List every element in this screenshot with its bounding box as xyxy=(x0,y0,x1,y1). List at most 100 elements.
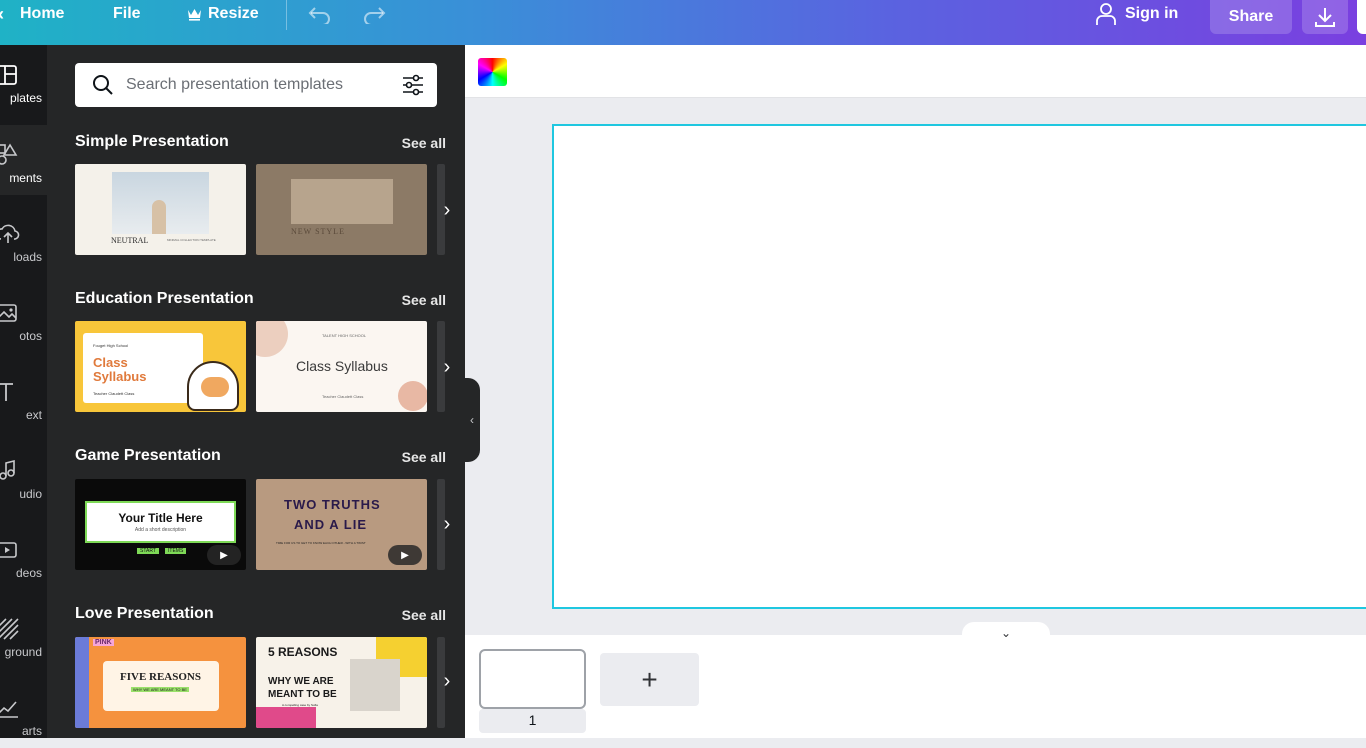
template-teacher: Teacher Claudett Class xyxy=(93,391,135,396)
page-thumbnail[interactable] xyxy=(479,649,586,709)
rail-item-uploads[interactable]: loads xyxy=(0,204,47,274)
templates-panel: Search presentation templates Simple Pre… xyxy=(47,45,465,738)
text-icon xyxy=(0,383,13,401)
template-text: FIVE REASONS xyxy=(120,671,201,683)
scroll-right-icon[interactable]: › xyxy=(437,661,457,701)
template-photo xyxy=(112,172,209,234)
filter-icon[interactable] xyxy=(401,73,425,97)
rail-label-text: ext xyxy=(25,408,42,422)
search-input[interactable]: Search presentation templates xyxy=(126,76,343,94)
play-icon[interactable]: ▶ xyxy=(388,545,422,565)
template-text: NEW STYLE xyxy=(291,227,345,236)
template-card xyxy=(103,661,219,711)
download-icon xyxy=(1315,8,1335,27)
rail-item-background[interactable]: ground xyxy=(0,599,47,669)
rail-item-photos[interactable]: otos xyxy=(0,283,47,353)
rail-label-audio: udio xyxy=(19,487,42,501)
section-title-love: Love Presentation xyxy=(75,605,214,622)
template-line2: WHY WE ARE xyxy=(268,676,334,687)
template-line1: Class xyxy=(93,355,128,370)
download-button[interactable] xyxy=(1302,0,1348,34)
rail-label-photos: otos xyxy=(19,329,42,343)
template-thumb[interactable]: NEUTRAL MINIMAL COLLECTION TEMPLATE xyxy=(75,164,246,255)
top-bar: ‹ Home File Resize Sign in Share xyxy=(0,0,1366,45)
template-thumb[interactable]: 5 REASONS WHY WE ARE MEANT TO BE A compe… xyxy=(256,637,427,728)
template-btn: START xyxy=(137,548,159,554)
template-school: TALENT HIGH SCHOOL xyxy=(322,333,367,338)
audio-icon xyxy=(0,459,15,480)
search-icon xyxy=(93,75,113,95)
rail-item-audio[interactable]: udio xyxy=(0,441,47,511)
template-thumb[interactable]: Your Title Here Add a short description … xyxy=(75,479,246,570)
rail-label-background: ground xyxy=(4,645,42,659)
design-page[interactable] xyxy=(552,124,1366,609)
back-chevron-icon[interactable]: ‹ xyxy=(0,0,4,28)
template-line2: Syllabus xyxy=(93,369,147,384)
undo-button[interactable] xyxy=(308,0,332,28)
see-all-education[interactable]: See all xyxy=(402,292,446,308)
search-box[interactable]: Search presentation templates xyxy=(75,63,437,107)
play-icon[interactable]: ▶ xyxy=(207,545,241,565)
template-text: NEUTRAL xyxy=(111,236,149,245)
resize-button[interactable]: Resize xyxy=(187,0,259,28)
crown-icon xyxy=(188,9,201,21)
chevron-down-icon: ⌄ xyxy=(1000,626,1012,640)
color-picker-button[interactable] xyxy=(478,58,507,86)
template-subtext: TIME FOR US TO GET TO KNOW EACH OTHER - … xyxy=(276,541,366,545)
template-teacher: Teacher Claudett Class xyxy=(322,394,364,399)
uploads-icon xyxy=(0,224,20,243)
template-thumb[interactable]: TWO TRUTHS AND A LIE TIME FOR US TO GET … xyxy=(256,479,427,570)
page-number: 1 xyxy=(528,712,537,728)
template-subtext: WHY WE ARE MEANT TO BE xyxy=(131,687,189,692)
template-school: Fouget High School xyxy=(93,343,129,348)
rail-item-elements[interactable]: ments xyxy=(0,125,47,195)
template-thumb[interactable]: TALENT HIGH SCHOOL Class Syllabus Teache… xyxy=(256,321,427,412)
section-title-education: Education Presentation xyxy=(75,290,254,307)
template-tag: PINK xyxy=(93,639,114,646)
rail-item-templates[interactable]: plates xyxy=(0,45,47,115)
redo-button[interactable] xyxy=(362,0,386,28)
user-icon xyxy=(1096,3,1116,25)
undo-icon xyxy=(308,7,330,24)
photos-icon xyxy=(0,304,17,322)
template-subtext: A compelling case by Sofia xyxy=(282,703,318,707)
file-menu-button[interactable]: File xyxy=(113,0,141,28)
videos-icon xyxy=(0,542,17,558)
chevron-left-icon: ‹ xyxy=(470,413,474,427)
template-thumb[interactable]: Fouget High School Class Syllabus Teache… xyxy=(75,321,246,412)
rail-label-charts: arts xyxy=(21,724,42,738)
template-line2: AND A LIE xyxy=(294,517,368,532)
template-thumb[interactable]: NEW STYLE xyxy=(256,164,427,255)
scroll-right-icon[interactable]: › xyxy=(437,190,457,230)
template-photo xyxy=(350,659,400,711)
see-all-game[interactable]: See all xyxy=(402,449,446,465)
more-button[interactable] xyxy=(1357,0,1366,34)
rail-item-text[interactable]: ext xyxy=(0,362,47,432)
template-subtext: Add a short description xyxy=(134,527,187,533)
template-thumb[interactable]: PINK FIVE REASONS WHY WE ARE MEANT TO BE xyxy=(75,637,246,728)
see-all-love[interactable]: See all xyxy=(402,607,446,623)
scroll-right-icon[interactable]: › xyxy=(437,347,457,387)
side-rail: plates ments loads otos ext udio deos gr… xyxy=(0,45,47,738)
section-title-simple: Simple Presentation xyxy=(75,133,229,150)
share-button[interactable]: Share xyxy=(1210,0,1292,34)
template-line1: TWO TRUTHS xyxy=(284,497,381,512)
resize-label: Resize xyxy=(208,5,259,22)
template-line3: MEANT TO BE xyxy=(268,689,337,700)
template-btn: ITEMS xyxy=(165,548,187,554)
template-text: Your Title Here xyxy=(118,511,203,525)
add-page-button[interactable]: + xyxy=(600,653,699,706)
rail-item-videos[interactable]: deos xyxy=(0,520,47,590)
scroll-right-icon[interactable]: › xyxy=(437,504,457,544)
toggle-pages-button[interactable]: ⌄ xyxy=(962,622,1050,644)
background-icon xyxy=(0,618,19,640)
see-all-simple[interactable]: See all xyxy=(402,135,446,151)
redo-icon xyxy=(364,7,386,24)
rail-label-uploads: loads xyxy=(13,250,42,264)
collapse-panel-button[interactable]: ‹ xyxy=(464,378,480,462)
deco-circle xyxy=(398,381,427,411)
sign-in-button[interactable]: Sign in xyxy=(1095,0,1178,28)
cat-illustration xyxy=(187,361,239,411)
figure-shape xyxy=(152,200,166,234)
home-button[interactable]: Home xyxy=(20,0,64,28)
